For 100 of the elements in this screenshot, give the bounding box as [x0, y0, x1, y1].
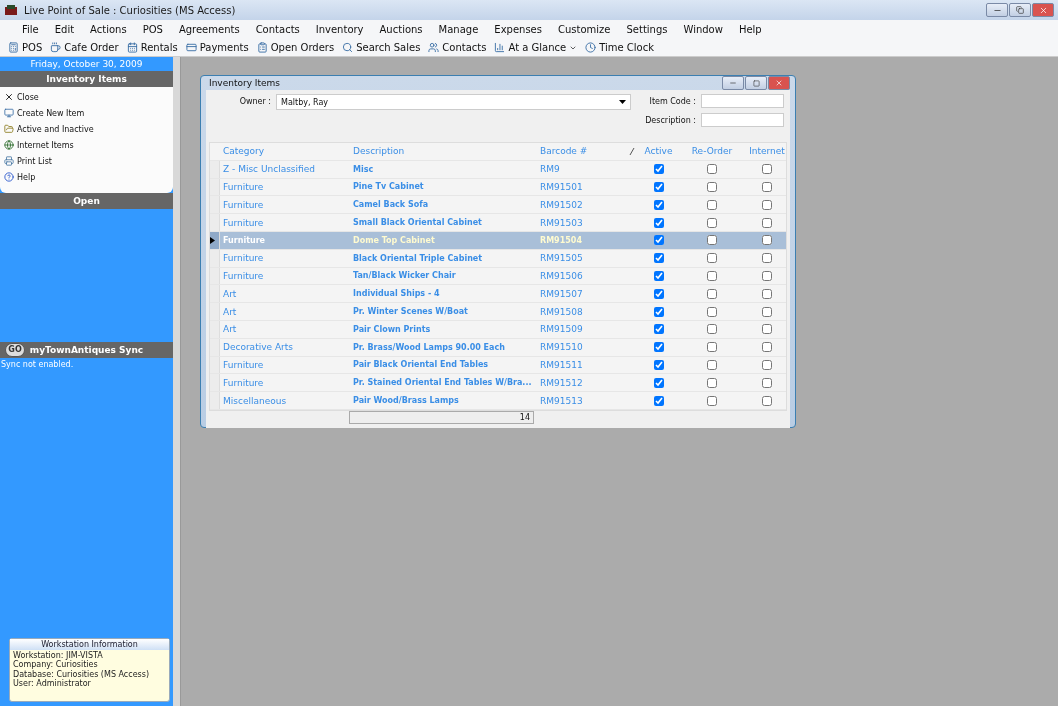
toolbar-button[interactable]: POS — [8, 42, 43, 53]
close-button[interactable] — [768, 76, 790, 90]
checkbox[interactable] — [762, 199, 772, 210]
menu-item[interactable]: Expenses — [486, 24, 550, 35]
checkbox[interactable] — [762, 395, 772, 406]
sidebar-action[interactable]: Active and Inactive — [0, 121, 173, 137]
sidebar-action[interactable]: Help — [0, 169, 173, 185]
minimize-button[interactable] — [986, 3, 1008, 17]
close-icon — [775, 79, 783, 87]
toolbar-button[interactable]: At a Glance — [494, 42, 578, 53]
printer-icon — [4, 156, 14, 166]
menu-item[interactable]: File — [14, 24, 47, 35]
panel-title: Workstation Information — [10, 639, 169, 650]
checkbox[interactable] — [653, 342, 664, 353]
menu-item[interactable]: POS — [134, 24, 171, 35]
checkbox[interactable] — [653, 270, 664, 281]
checkbox[interactable] — [653, 377, 664, 388]
toolbar-button[interactable]: Payments — [185, 42, 249, 53]
table-cell-text: Individual Ships - 4 — [352, 289, 441, 299]
checkbox[interactable] — [707, 395, 717, 406]
table-cell-text: Pr. Winter Scenes W/Boat — [352, 307, 469, 317]
checkbox[interactable] — [762, 306, 772, 317]
checkbox[interactable] — [762, 217, 772, 228]
section-header: Inventory Items — [0, 71, 173, 87]
menu-item[interactable]: Customize — [549, 24, 619, 35]
menu-item[interactable]: Auctions — [371, 24, 431, 35]
go-button[interactable]: GO — [5, 343, 25, 358]
checkbox[interactable] — [653, 217, 664, 228]
checkbox[interactable] — [653, 306, 664, 317]
checkbox[interactable] — [707, 359, 717, 370]
toolbar-button[interactable]: Contacts — [428, 42, 487, 53]
restore-icon — [1016, 6, 1024, 14]
toolbar-button[interactable]: Time Clock — [585, 42, 654, 53]
checkbox[interactable] — [707, 164, 717, 175]
checkbox[interactable] — [653, 235, 664, 246]
checkbox[interactable] — [762, 164, 772, 175]
menu-item[interactable]: Contacts — [247, 24, 308, 35]
table-cell-text: Furniture — [222, 377, 265, 388]
checkbox[interactable] — [762, 288, 772, 299]
checkbox[interactable] — [762, 235, 772, 246]
checkbox[interactable] — [707, 217, 717, 228]
menu-item[interactable]: Help — [730, 24, 770, 35]
checkbox[interactable] — [762, 253, 772, 264]
checkbox[interactable] — [762, 377, 772, 388]
menu-item[interactable]: Edit — [46, 24, 83, 35]
table-cell-text: RM91509 — [539, 324, 584, 335]
checkbox[interactable] — [707, 324, 717, 335]
toolbar-button[interactable]: Cafe Order — [50, 42, 119, 53]
sidebar-action[interactable]: Create New Item — [0, 105, 173, 121]
checkbox[interactable] — [762, 270, 772, 281]
item-code-field[interactable] — [701, 94, 784, 108]
checkbox[interactable] — [653, 395, 664, 406]
checkbox[interactable] — [707, 377, 717, 388]
table-cell-text: RM91503 — [539, 217, 584, 228]
menu-item[interactable]: Manage — [430, 24, 487, 35]
checkbox[interactable] — [653, 359, 664, 370]
sidebar-action[interactable]: Close — [0, 89, 173, 105]
checkbox[interactable] — [707, 288, 717, 299]
checkbox[interactable] — [707, 182, 717, 192]
sidebar-action[interactable]: Internet Items — [0, 137, 173, 153]
restore-button[interactable] — [1009, 3, 1031, 17]
menu-item[interactable]: Window — [675, 24, 731, 35]
checkbox[interactable] — [653, 324, 664, 335]
table-cell-text: RM91505 — [539, 253, 584, 264]
row-pointer-icon — [210, 236, 215, 244]
row-selector[interactable] — [210, 232, 220, 249]
checkbox[interactable] — [653, 199, 664, 210]
menu-item[interactable]: Agreements — [170, 24, 248, 35]
checkbox[interactable] — [707, 342, 717, 353]
maximize-button[interactable] — [745, 76, 767, 90]
date-label: Friday, October 30, 2009 — [29, 58, 144, 71]
checkbox[interactable] — [707, 306, 717, 317]
checkbox[interactable] — [762, 359, 772, 370]
checkbox[interactable] — [653, 253, 664, 264]
section-header[interactable]: Open — [0, 193, 173, 209]
globe-icon — [4, 140, 14, 150]
toolbar-button[interactable]: Search Sales — [342, 42, 421, 53]
checkbox[interactable] — [762, 342, 772, 353]
checkbox[interactable] — [653, 164, 664, 175]
checkbox[interactable] — [762, 182, 772, 192]
menu-item[interactable]: Settings — [618, 24, 676, 35]
toolbar-button[interactable]: Open Orders — [256, 42, 335, 53]
chart-icon — [494, 42, 506, 53]
checkbox[interactable] — [762, 324, 772, 335]
menu-item[interactable]: Actions — [82, 24, 135, 35]
checkbox[interactable] — [707, 235, 717, 246]
table-cell-text: Pair Wood/Brass Lamps — [352, 396, 460, 406]
toolbar-button[interactable]: Rentals — [126, 42, 178, 53]
owner-dropdown[interactable]: Maltby, Ray — [276, 94, 631, 110]
minimize-button[interactable] — [722, 76, 744, 90]
checkbox[interactable] — [707, 253, 717, 264]
description-field[interactable] — [701, 113, 784, 127]
info-line: User: Administrator — [12, 679, 92, 689]
menu-item[interactable]: Inventory — [307, 24, 372, 35]
close-button[interactable] — [1032, 3, 1054, 17]
sidebar-action[interactable]: Print List — [0, 153, 173, 169]
checkbox[interactable] — [707, 270, 717, 281]
checkbox[interactable] — [707, 199, 717, 210]
checkbox[interactable] — [653, 182, 664, 192]
checkbox[interactable] — [653, 288, 664, 299]
